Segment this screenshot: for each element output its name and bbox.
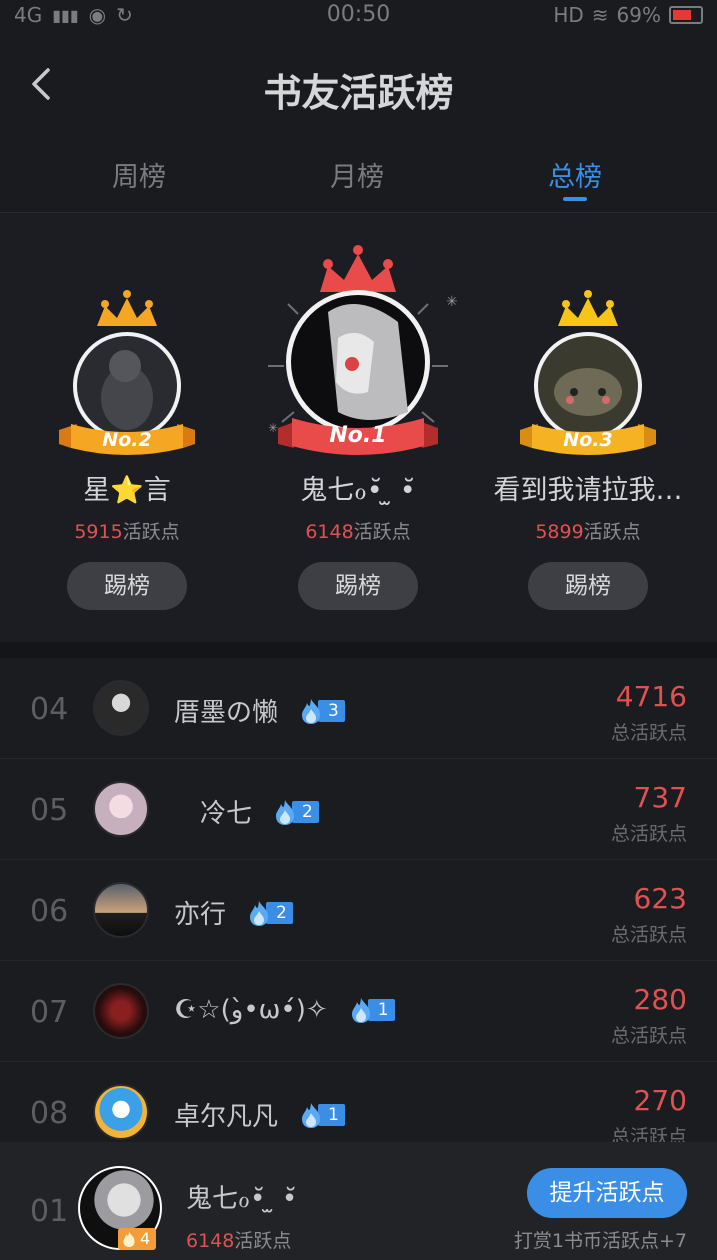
ranking-row[interactable]: 05 冷七 2 737 总活跃点 <box>0 759 717 860</box>
winner-name: 鬼七ℴ•̆ ̫ •̆ <box>300 475 416 506</box>
podium-second: No.2 星⭐言 5915活跃点 踢榜 <box>37 288 217 610</box>
kick-button[interactable]: 踢榜 <box>298 562 418 610</box>
avatar[interactable] <box>93 882 149 938</box>
flame-icon <box>302 698 321 724</box>
user-name: 厝墨の懒 3 <box>174 692 345 729</box>
flame-icon <box>302 1102 321 1128</box>
rank-ribbon-label: No.2 <box>102 429 151 451</box>
level-badge: 1 <box>298 1102 345 1128</box>
tab-total[interactable]: 总榜 <box>515 155 635 194</box>
kick-button[interactable]: 踢榜 <box>67 562 187 610</box>
podium-third: No.3 看到我请拉我… 5899活跃点 踢榜 <box>474 288 702 610</box>
first-place-avatar-frame[interactable]: ✳ ✳ No.1 <box>248 242 468 464</box>
total-score: 280 <box>633 983 687 1016</box>
tab-weekly[interactable]: 周榜 <box>79 155 199 194</box>
rank-number: 07 <box>30 995 69 1030</box>
wifi-icon: ≋ <box>591 3 609 27</box>
flame-icon <box>351 998 370 1023</box>
avatar[interactable] <box>93 781 149 837</box>
hd-indicator: HD <box>553 3 584 27</box>
third-place-avatar-frame[interactable]: No.3 <box>474 288 702 464</box>
tab-bar: 周榜 月榜 总榜 <box>0 145 717 213</box>
avatar[interactable] <box>93 983 149 1039</box>
level-badge: 2 <box>246 900 293 926</box>
rank-number: 08 <box>30 1096 69 1131</box>
second-place-avatar-frame[interactable]: No.2 <box>37 288 217 464</box>
status-bar: 4G ▮▮▮ ◉ ↻ 00:50 HD ≋ 69% <box>0 0 717 30</box>
top-three-podium: No.2 星⭐言 5915活跃点 踢榜 ✳ ✳ No.1 鬼七ℴ•̆ ̫ •̆ … <box>0 214 717 642</box>
rank-number: 04 <box>30 692 69 727</box>
section-divider <box>0 642 717 658</box>
winner-points: 5899活跃点 <box>535 521 641 543</box>
total-score: 4716 <box>615 680 687 713</box>
user-name: 亦行 2 <box>174 894 293 931</box>
reward-hint: 打赏1书币活跃点+7 <box>513 1230 687 1252</box>
winner-points: 5915活跃点 <box>74 521 180 543</box>
rank-ribbon-label: No.3 <box>563 429 612 451</box>
ranking-row[interactable]: 06 亦行 2 623 总活跃点 <box>0 860 717 961</box>
header: 书友活跃榜 <box>0 50 717 120</box>
level-badge: 2 <box>272 799 319 825</box>
sparkle-icon: ✳ <box>446 294 458 310</box>
winner-name: 星⭐言 <box>83 475 171 506</box>
total-score: 623 <box>633 882 687 915</box>
kick-button[interactable]: 踢榜 <box>528 562 648 610</box>
winner-points: 6148活跃点 <box>305 521 411 543</box>
level-badge: 3 <box>298 698 345 724</box>
avatar[interactable] <box>93 680 149 736</box>
my-rank-number: 01 <box>30 1194 69 1229</box>
score-label: 总活跃点 <box>610 924 687 946</box>
flame-icon <box>123 1231 135 1247</box>
ranking-row[interactable]: 07 ☪☆(و•̀ω•́)✧ 1 280 总活跃点 <box>0 961 717 1062</box>
battery-icon <box>669 6 703 24</box>
user-name: ☪☆(و•̀ω•́)✧ 1 <box>174 995 395 1025</box>
rank-number: 06 <box>30 894 69 929</box>
ranking-list: 04 厝墨の懒 3 4716 总活跃点 05 冷七 2 737 总活跃点 06 … <box>0 658 717 1163</box>
my-points: 6148活跃点 <box>186 1230 292 1252</box>
score-label: 总活跃点 <box>610 1025 687 1047</box>
podium-first: ✳ ✳ No.1 鬼七ℴ•̆ ̫ •̆ 6148活跃点 踢榜 <box>248 242 468 610</box>
rank-ribbon-label: No.1 <box>329 423 386 448</box>
flame-icon <box>250 900 269 926</box>
boost-activity-button[interactable]: 提升活跃点 <box>527 1168 687 1218</box>
tab-active-indicator <box>563 197 587 201</box>
ranking-row[interactable]: 04 厝墨の懒 3 4716 总活跃点 <box>0 658 717 759</box>
my-name: 鬼七ℴ•̆ ̫ •̆ <box>186 1184 298 1214</box>
user-name: 卓尔凡凡 1 <box>174 1096 345 1133</box>
avatar[interactable] <box>93 1084 149 1140</box>
battery-percent: 69% <box>616 3 661 27</box>
score-label: 总活跃点 <box>610 823 687 845</box>
total-score: 270 <box>633 1084 687 1117</box>
user-name: 冷七 2 <box>174 793 319 830</box>
rank-number: 05 <box>30 793 69 828</box>
my-level-badge: 4 <box>118 1228 157 1250</box>
score-label: 总活跃点 <box>610 722 687 744</box>
tab-monthly[interactable]: 月榜 <box>297 155 417 194</box>
sparkle-icon: ✳ <box>268 421 278 435</box>
crown-icon <box>320 254 396 292</box>
winner-name: 看到我请拉我… <box>493 475 683 506</box>
level-badge: 1 <box>348 998 395 1023</box>
total-score: 737 <box>633 781 687 814</box>
flame-icon <box>276 799 295 825</box>
page-title: 书友活跃榜 <box>263 70 454 115</box>
my-rank-bar: 01 4 鬼七ℴ•̆ ̫ •̆ 6148活跃点 提升活跃点 打赏1书币活跃点+7 <box>0 1142 717 1260</box>
